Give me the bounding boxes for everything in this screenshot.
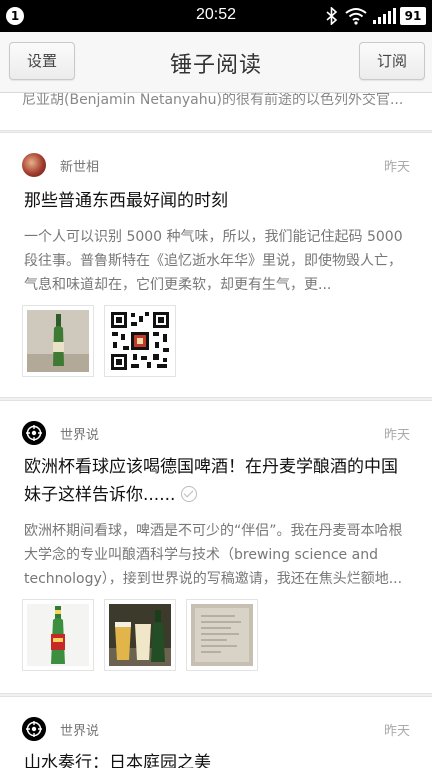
article-feed[interactable]: 尼亚胡(Benjamin Netanyahu)的很有前途的以色列外交官... 新… bbox=[0, 92, 432, 768]
subscribe-button[interactable]: 订阅 bbox=[359, 42, 425, 80]
status-bar: 1 20:52 91 bbox=[0, 0, 432, 32]
article-thumbnail[interactable] bbox=[104, 305, 176, 377]
article-summary: 欧洲杯期间看球，啤酒是不可少的“伴侣”。我在丹麦哥本哈根大学念的专业叫酿酒科学与… bbox=[24, 523, 403, 587]
article-title[interactable]: 山水奏行：日本庭园之美 bbox=[24, 749, 404, 768]
verified-check-icon bbox=[181, 486, 198, 502]
article-card[interactable]: 新世相 昨天 那些普通东西最好闻的时刻 一个人可以识别 5000 种气味，所以，… bbox=[0, 132, 432, 398]
article-thumbnail[interactable] bbox=[22, 305, 94, 377]
article-thumbnail[interactable] bbox=[22, 599, 94, 671]
qr-code-image bbox=[109, 310, 171, 372]
signal-icon bbox=[373, 8, 396, 24]
app-header: 设置 锤子阅读 订阅 bbox=[0, 32, 432, 93]
article-title[interactable]: 那些普通东西最好闻的时刻 bbox=[24, 187, 404, 215]
source-name[interactable]: 世界说 bbox=[60, 720, 99, 739]
previous-article-summary: 尼亚胡(Benjamin Netanyahu)的很有前途的以色列外交官... bbox=[22, 92, 404, 108]
source-avatar bbox=[22, 717, 46, 741]
beer-bottle-photo bbox=[27, 604, 89, 666]
previous-article-card[interactable]: 尼亚胡(Benjamin Netanyahu)的很有前途的以色列外交官... bbox=[0, 92, 432, 131]
source-name[interactable]: 世界说 bbox=[60, 424, 99, 443]
article-title[interactable]: 欧洲杯看球应该喝德国啤酒！在丹麦学酿酒的中国妹子这样告诉你...... bbox=[24, 453, 404, 509]
source-avatar bbox=[22, 153, 46, 177]
green-bottle-photo bbox=[27, 310, 89, 372]
publish-time: 昨天 bbox=[384, 160, 411, 175]
bluetooth-icon bbox=[326, 7, 338, 25]
status-time: 20:52 bbox=[195, 6, 237, 23]
wifi-icon bbox=[345, 8, 367, 25]
article-title-text: 欧洲杯看球应该喝德国啤酒！在丹麦学酿酒的中国妹子这样告诉你...... bbox=[24, 457, 398, 505]
battery-indicator: 91 bbox=[400, 7, 426, 25]
article-card[interactable]: 世界说 昨天 山水奏行：日本庭园之美 bbox=[0, 696, 432, 768]
beer-glasses-photo bbox=[109, 604, 171, 666]
publish-time: 昨天 bbox=[384, 724, 411, 739]
article-thumbnail[interactable] bbox=[186, 599, 258, 671]
source-avatar bbox=[22, 421, 46, 445]
article-summary: 一个人可以识别 5000 种气味，所以，我们能记住起码 5000 段往事。普鲁斯… bbox=[24, 229, 403, 293]
source-name[interactable]: 新世相 bbox=[60, 156, 99, 175]
article-card[interactable]: 世界说 昨天 欧洲杯看球应该喝德国啤酒！在丹麦学酿酒的中国妹子这样告诉你....… bbox=[0, 400, 432, 694]
publish-time: 昨天 bbox=[384, 428, 411, 443]
article-thumbnail[interactable] bbox=[104, 599, 176, 671]
notebook-photo bbox=[191, 604, 253, 666]
